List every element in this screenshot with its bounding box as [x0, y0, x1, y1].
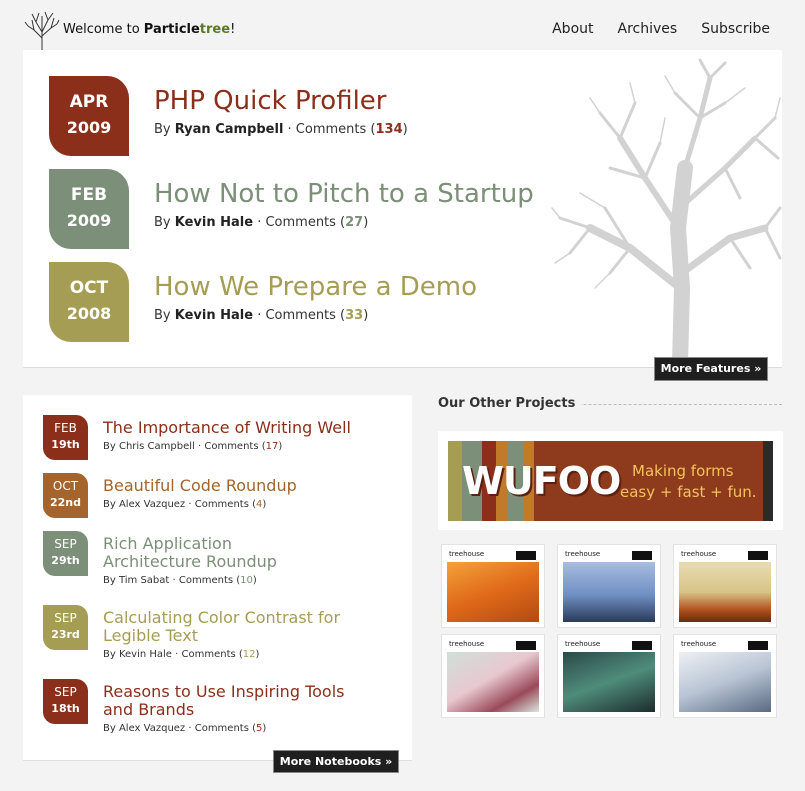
site-header: Welcome to Particletree! About Archives … — [0, 0, 805, 50]
article-meta: By Kevin Hale · Comments (33) — [154, 308, 369, 323]
treehouse-thumbnail[interactable]: treehouse — [557, 544, 661, 628]
featured-article: APR 2009 PHP Quick Profiler By Ryan Campb… — [49, 76, 589, 156]
date-badge: OCT 22nd — [43, 473, 88, 518]
notebook-title-link[interactable]: The Importance of Writing Well — [103, 419, 383, 437]
article-meta: By Ryan Campbell · Comments (134) — [154, 122, 408, 137]
article-title-link[interactable]: How Not to Pitch to a Startup — [154, 179, 534, 209]
nav-archives[interactable]: Archives — [618, 21, 678, 37]
notebook-title-link[interactable]: Beautiful Code Roundup — [103, 477, 383, 495]
wufoo-tagline: Making forms — [632, 462, 734, 480]
nav-subscribe[interactable]: Subscribe — [701, 21, 770, 37]
wufoo-banner: WUFOO Making forms easy + fast + fun. — [448, 441, 773, 521]
comments-link[interactable]: 10 — [240, 575, 253, 586]
thumb-label: treehouse — [449, 640, 485, 648]
date-badge: FEB 19th — [43, 415, 88, 460]
thumb-label: treehouse — [681, 640, 717, 648]
treehouse-thumbnail[interactable]: treehouse — [557, 634, 661, 718]
article-title-link[interactable]: How We Prepare a Demo — [154, 272, 477, 302]
featured-article: FEB 2009 How Not to Pitch to a Startup By… — [49, 169, 589, 249]
treehouse-thumbnail[interactable]: treehouse — [673, 634, 777, 718]
welcome-text: Welcome to Particletree! — [63, 22, 236, 37]
featured-panel: APR 2009 PHP Quick Profiler By Ryan Campb… — [23, 50, 782, 368]
notebook-title-link[interactable]: Calculating Color Contrast for Legible T… — [103, 609, 353, 645]
thumb-label: treehouse — [565, 550, 601, 558]
treehouse-thumbnail[interactable]: treehouse — [441, 634, 545, 718]
thumb-label: treehouse — [565, 640, 601, 648]
date-badge: APR 2009 — [49, 76, 129, 156]
date-badge: SEP 23rd — [43, 605, 88, 650]
wufoo-banner-link[interactable]: WUFOO Making forms easy + fast + fun. — [438, 431, 783, 530]
comments-link[interactable]: 17 — [266, 441, 279, 452]
notebook-title-link[interactable]: Reasons to Use Inspiring Tools and Brand… — [103, 683, 353, 719]
thumb-label: treehouse — [681, 550, 717, 558]
notebook-meta: By Alex Vazquez · Comments (5) — [103, 723, 267, 734]
date-badge: OCT 2008 — [49, 262, 129, 342]
notebook-meta: By Tim Sabat · Comments (10) — [103, 575, 257, 586]
wufoo-logo: WUFOO — [462, 459, 621, 503]
date-badge: SEP 18th — [43, 679, 88, 724]
comments-link[interactable]: 33 — [345, 308, 363, 323]
wufoo-tagline: easy + fast + fun. — [620, 483, 757, 501]
notebooks-panel: FEB 19th The Importance of Writing Well B… — [23, 395, 412, 761]
comments-link[interactable]: 134 — [375, 122, 402, 137]
treehouse-thumbnail[interactable]: treehouse — [441, 544, 545, 628]
article-title-link[interactable]: PHP Quick Profiler — [154, 86, 387, 116]
projects-heading: Our Other Projects — [438, 396, 582, 411]
date-badge: SEP 29th — [43, 531, 88, 576]
nav-about[interactable]: About — [552, 21, 593, 37]
article-meta: By Kevin Hale · Comments (27) — [154, 215, 369, 230]
notebook-meta: By Chris Campbell · Comments (17) — [103, 441, 283, 452]
more-notebooks-button[interactable]: More Notebooks » — [273, 750, 399, 773]
comments-link[interactable]: 12 — [243, 649, 256, 660]
notebook-meta: By Kevin Hale · Comments (12) — [103, 649, 260, 660]
more-features-button[interactable]: More Features » — [654, 357, 768, 381]
treehouse-thumbnail[interactable]: treehouse — [673, 544, 777, 628]
brand-link[interactable]: Particle — [144, 22, 200, 37]
notebook-title-link[interactable]: Rich Application Architecture Roundup — [103, 535, 283, 571]
date-badge: FEB 2009 — [49, 169, 129, 249]
comments-link[interactable]: 27 — [345, 215, 363, 230]
main-nav: About Archives Subscribe — [552, 21, 770, 37]
thumb-label: treehouse — [449, 550, 485, 558]
tree-logo-icon[interactable] — [24, 10, 60, 50]
notebook-meta: By Alex Vazquez · Comments (4) — [103, 499, 267, 510]
featured-article: OCT 2008 How We Prepare a Demo By Kevin H… — [49, 262, 589, 342]
